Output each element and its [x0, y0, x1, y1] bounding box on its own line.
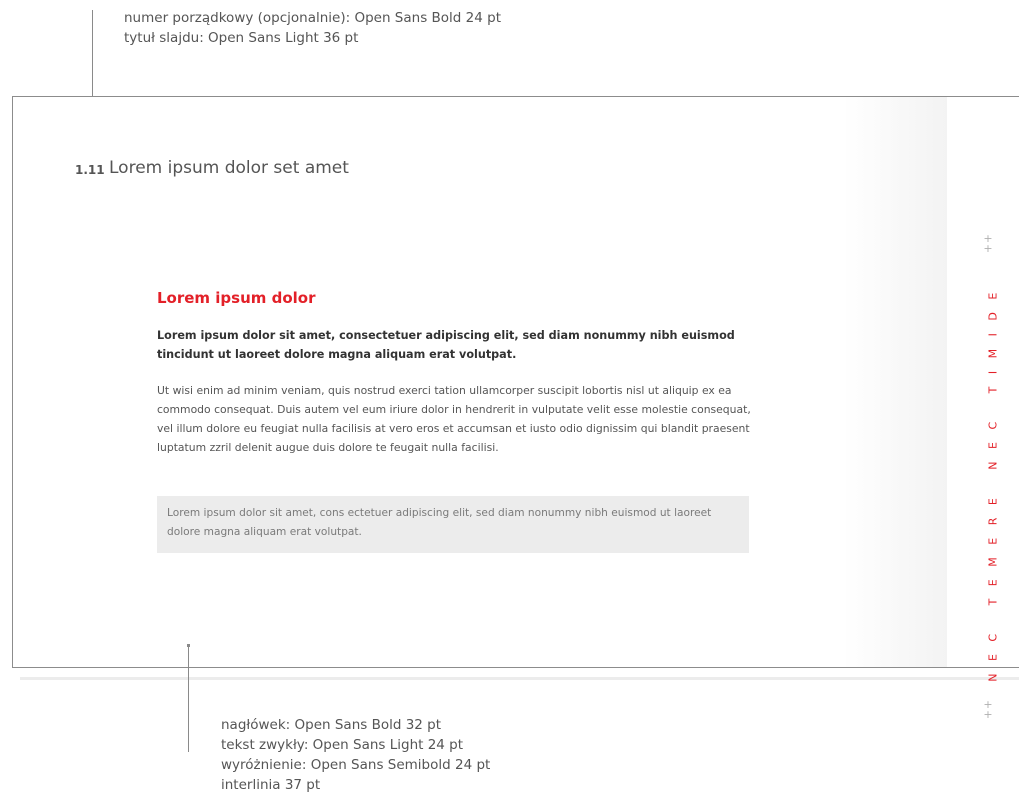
content-heading: Lorem ipsum dolor — [157, 289, 316, 307]
bottom-annotation: nagłówek: Open Sans Bold 32 pt tekst zwy… — [221, 715, 490, 795]
lead-paragraph: Lorem ipsum dolor sit amet, consectetuer… — [157, 329, 735, 361]
side-vertical-text: NEC TEMERE NEC TIMIDE — [986, 280, 1000, 682]
slide-frame: 1.11 Lorem ipsum dolor set amet Lorem ip… — [12, 96, 1019, 720]
body-paragraph: Ut wisi enim ad minim veniam, quis nostr… — [157, 384, 751, 454]
pointer-tip-bottom — [187, 644, 190, 647]
side-gradient — [843, 97, 947, 667]
annotation-heading-font: nagłówek: Open Sans Bold 32 pt — [221, 717, 442, 733]
annotation-number-font: numer porządkowy (opcjonalnie): Open San… — [124, 10, 501, 26]
annotation-line-spacing: interlinia 37 pt — [221, 777, 321, 793]
slide-content: Lorem ipsum dolor Lorem ipsum dolor sit … — [157, 289, 757, 476]
side-strip — [947, 97, 1019, 667]
top-annotation: numer porządkowy (opcjonalnie): Open San… — [124, 8, 501, 48]
annotation-body-font: tekst zwykły: Open Sans Light 24 pt — [221, 737, 464, 753]
annotation-emphasis-font: wyróżnienie: Open Sans Semibold 24 pt — [221, 757, 491, 773]
ornament-top-icon: + + — [983, 232, 993, 255]
slide-title: Lorem ipsum dolor set amet — [109, 158, 349, 178]
pointer-line-bottom — [188, 645, 189, 752]
annotation-title-font: tytuł slajdu: Open Sans Light 36 pt — [124, 30, 359, 46]
ornament-bottom-icon: + + — [983, 698, 993, 721]
highlight-box: Lorem ipsum dolor sit amet, cons ectetue… — [157, 496, 749, 553]
slide-shadow — [20, 677, 1019, 680]
slide-number: 1.11 — [75, 163, 105, 177]
